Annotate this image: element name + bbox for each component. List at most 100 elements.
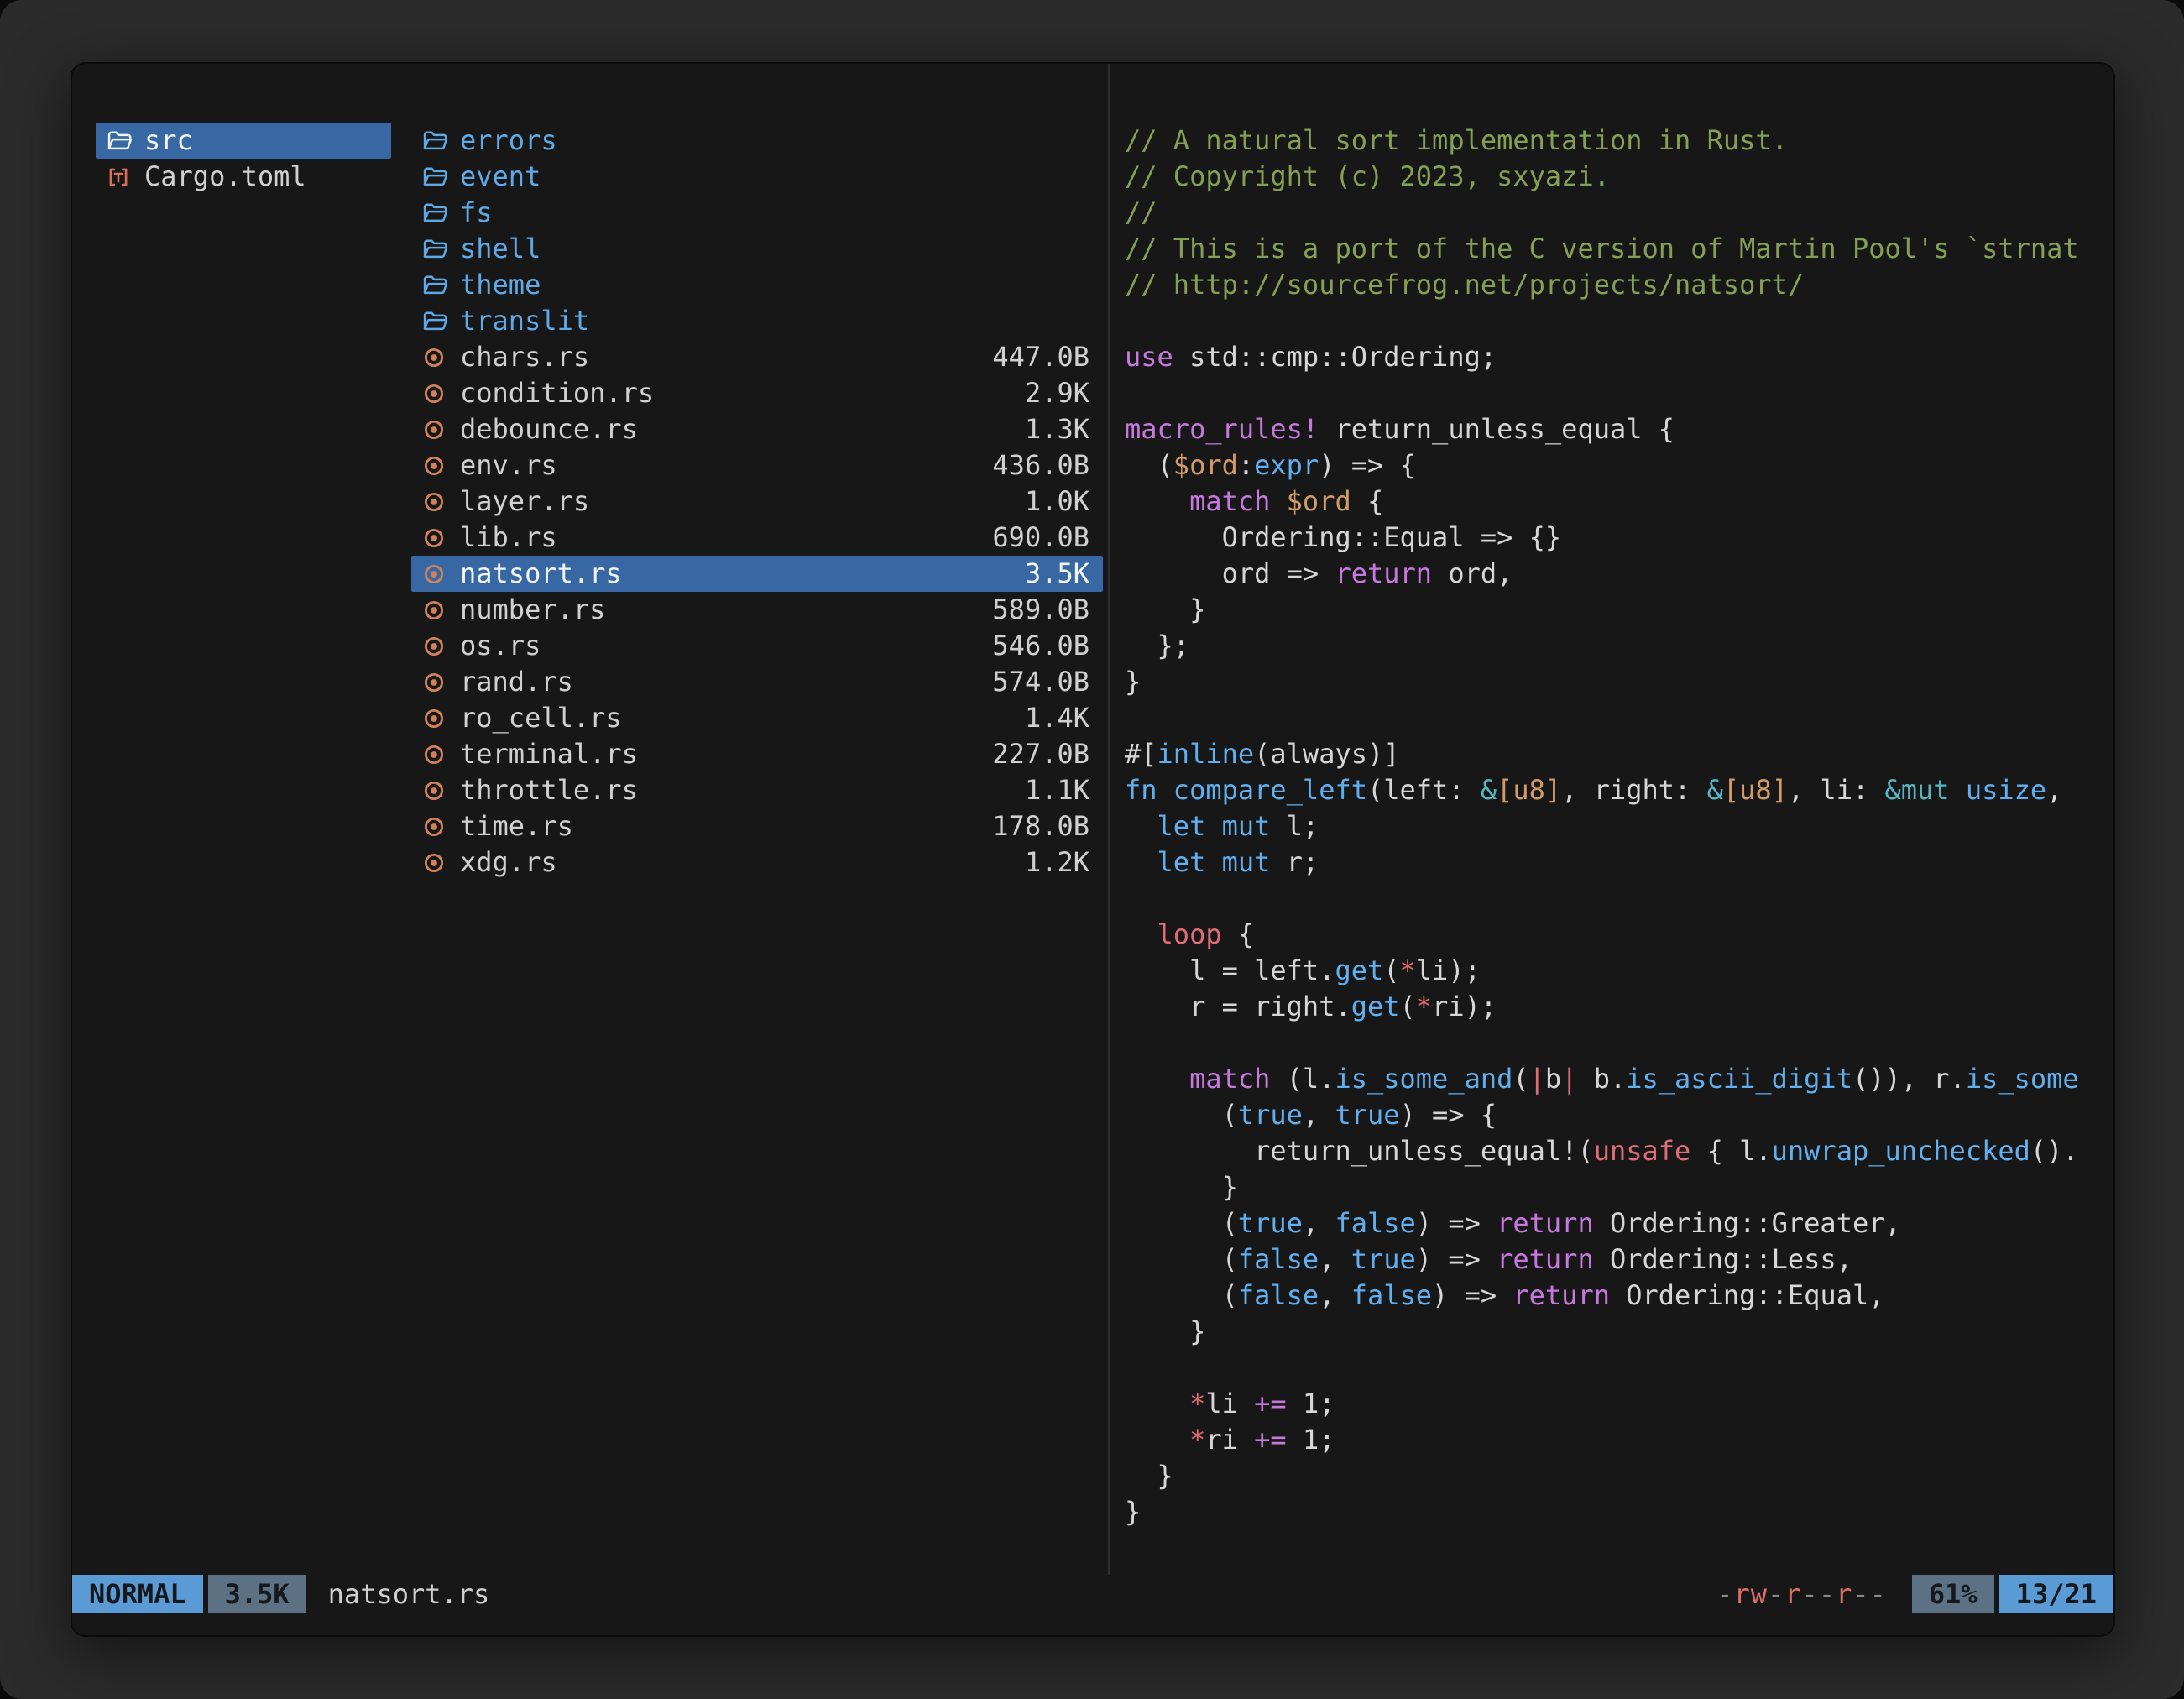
file-label: translit [460,303,589,339]
file-size: 1.2K [1025,844,1089,881]
code-line: (false, false) => return Ordering::Equal… [1125,1278,2085,1314]
rust-icon [423,419,452,441]
code-line [1125,303,2085,339]
rust-icon [423,383,452,405]
file-row-rand.rs[interactable]: rand.rs574.0B [411,664,1103,700]
code-line: } [1125,592,2085,628]
file-row-chars.rs[interactable]: chars.rs 447.0B [411,339,1103,375]
panes-container: srcCargo.toml errorseventfsshellthemetra… [72,64,2113,1575]
file-row-terminal.rs[interactable]: terminal.rs227.0B [411,736,1103,772]
file-permissions: -rw-r--r-- [1716,1575,1887,1613]
rust-icon [423,816,452,838]
file-label: layer.rs [460,484,589,520]
code-line: }; [1125,628,2085,664]
code-line: // This is a port of the C version of Ma… [1125,231,2085,267]
file-label: os.rs [460,628,541,664]
folder-open-icon [423,130,452,152]
file-label: time.rs [460,808,573,844]
file-size: 178.0B [992,808,1089,844]
file-row-debounce.rs[interactable]: debounce.rs 1.3K [411,411,1103,447]
parent-pane: srcCargo.toml [96,123,391,1568]
file-row-lib.rs[interactable]: lib.rs 690.0B [411,520,1103,556]
file-row-condition.rs[interactable]: condition.rs2.9K [411,375,1103,411]
rust-icon [423,780,452,802]
file-label: chars.rs [460,339,589,375]
file-row-layer.rs[interactable]: layer.rs 1.0K [411,484,1103,520]
file-row-env.rs[interactable]: env.rs436.0B [411,447,1103,484]
code-line [1125,700,2085,736]
file-label: rand.rs [460,664,573,700]
file-label: event [460,159,541,195]
file-label: fs [460,195,493,231]
code-line: Ordering::Equal => {} [1125,520,2085,556]
file-label: terminal.rs [460,736,638,772]
preview-pane[interactable]: // A natural sort implementation in Rust… [1125,123,2085,1568]
folder-open-icon [423,238,452,260]
code-line: } [1125,664,2085,700]
toml-icon [107,166,136,188]
file-size: 3.5K [1025,556,1089,592]
file-row-shell[interactable]: shell [411,231,1103,267]
code-line: *ri += 1; [1125,1422,2085,1458]
desktop-background: srcCargo.toml errorseventfsshellthemetra… [0,0,2184,1699]
file-size: 546.0B [992,628,1089,664]
rust-icon [423,347,452,369]
file-row-event[interactable]: event [411,159,1103,195]
code-line: // http://sourcefrog.net/projects/natsor… [1125,267,2085,303]
file-row-natsort.rs[interactable]: natsort.rs3.5K [411,556,1103,592]
pane-divider [1108,64,1110,1575]
file-manager-window: srcCargo.toml errorseventfsshellthemetra… [71,62,2115,1637]
file-size-badge: 3.5K [208,1575,306,1613]
preview-code: // A natural sort implementation in Rust… [1125,123,2085,1530]
file-row-xdg.rs[interactable]: xdg.rs1.2K [411,844,1103,881]
rust-icon [423,527,452,549]
code-line: loop { [1125,917,2085,953]
file-label: Cargo.toml [144,159,306,195]
folder-open-icon [423,274,452,296]
code-line: match $ord { [1125,484,2085,520]
file-label: ro_cell.rs [460,700,622,736]
rust-icon [423,708,452,729]
folder-open-icon [423,166,452,188]
file-row-errors[interactable]: errors [411,123,1103,159]
code-line: return_unless_equal!(unsafe { l.unwrap_u… [1125,1133,2085,1169]
code-line: } [1125,1494,2085,1530]
file-size: 1.4K [1025,700,1089,736]
rust-icon [423,635,452,657]
file-label: debounce.rs [460,411,638,447]
file-size: 447.0B [992,339,1089,375]
file-size: 1.3K [1025,411,1089,447]
file-label: theme [460,267,541,303]
file-label: shell [460,231,541,267]
file-row-os.rs[interactable]: os.rs 546.0B [411,628,1103,664]
file-size: 1.0K [1025,484,1089,520]
file-row-number.rs[interactable]: number.rs589.0B [411,592,1103,628]
code-line: fn compare_left(left: &[u8], right: &[u8… [1125,772,2085,808]
code-line: ($ord:expr) => { [1125,447,2085,484]
rust-icon [423,672,452,693]
rust-icon [423,744,452,766]
code-line: use std::cmp::Ordering; [1125,339,2085,375]
file-label: throttle.rs [460,772,638,808]
file-row-fs[interactable]: fs [411,195,1103,231]
file-row-theme[interactable]: theme [411,267,1103,303]
file-label: lib.rs [460,520,557,556]
code-line [1125,1025,2085,1061]
rust-icon [423,455,452,477]
rust-icon [423,599,452,621]
code-line: // Copyright (c) 2023, sxyazi. [1125,159,2085,195]
file-size: 690.0B [992,520,1089,556]
rust-icon [423,491,452,513]
file-row-ro_cell.rs[interactable]: ro_cell.rs 1.4K [411,700,1103,736]
code-line: let mut l; [1125,808,2085,844]
file-row-translit[interactable]: translit [411,303,1103,339]
scroll-percentage: 61% [1912,1575,1994,1613]
file-row-throttle.rs[interactable]: throttle.rs1.1K [411,772,1103,808]
file-label: src [144,123,193,159]
file-row-src[interactable]: src [96,123,391,159]
rust-icon [423,563,452,585]
code-line: match (l.is_some_and(|b| b.is_ascii_digi… [1125,1061,2085,1097]
file-row-Cargo.toml[interactable]: Cargo.toml [96,159,391,195]
code-line [1125,1350,2085,1386]
file-row-time.rs[interactable]: time.rs 178.0B [411,808,1103,844]
